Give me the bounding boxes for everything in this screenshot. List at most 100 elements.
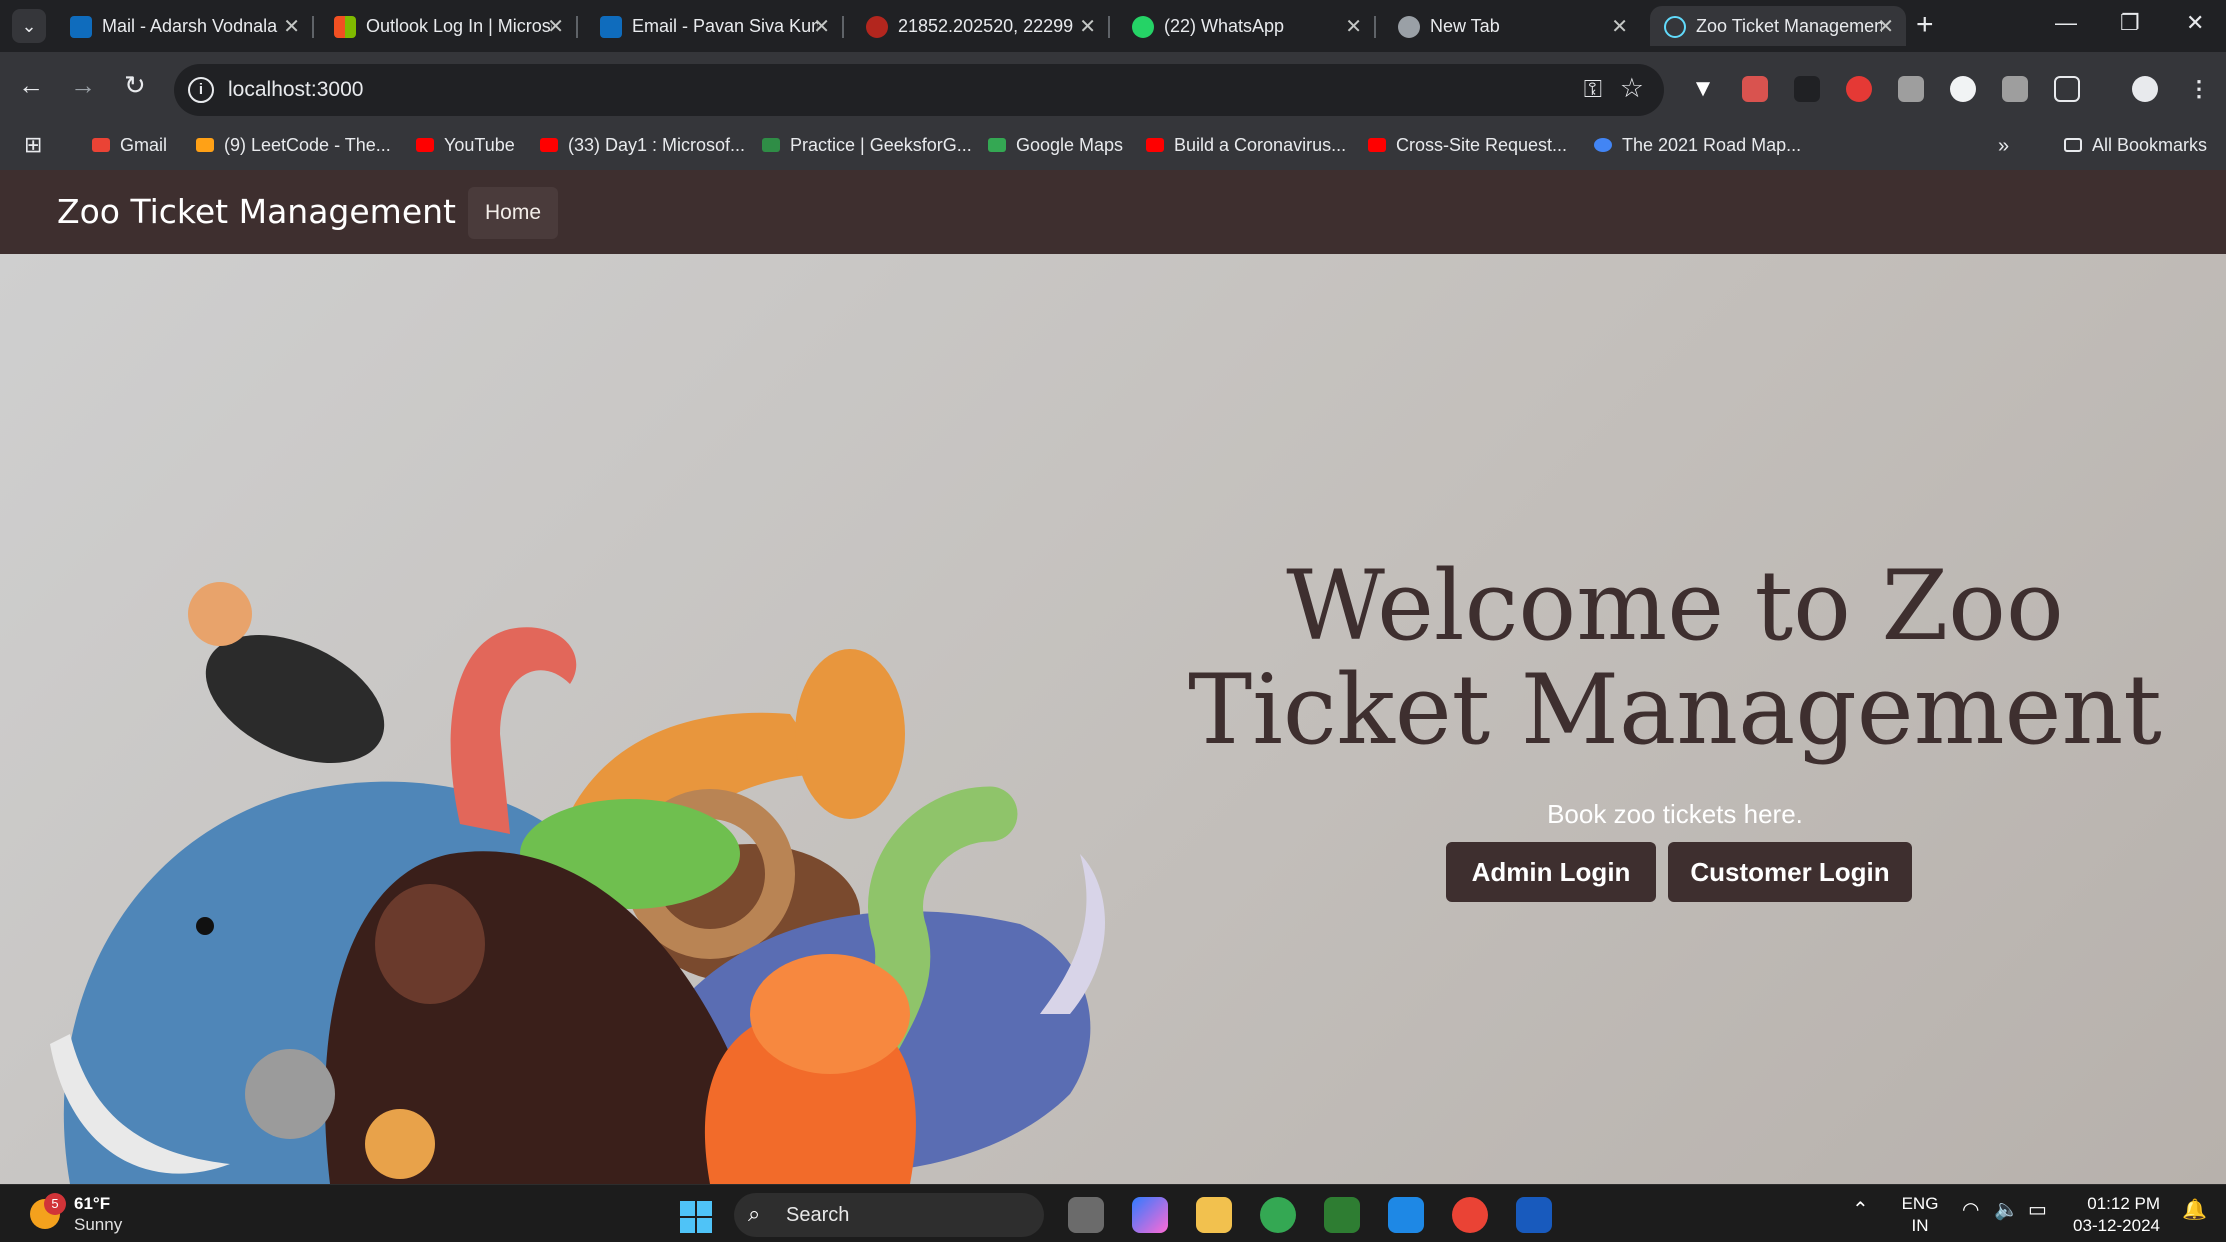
kebab-menu-icon[interactable]: ⋮	[2186, 76, 2212, 102]
tab-title: (22) WhatsApp	[1164, 16, 1285, 36]
bookmark-day1[interactable]: (33) Day1 : Microsof...	[540, 135, 745, 156]
extension-icon[interactable]	[2002, 76, 2028, 102]
close-icon[interactable]: ✕	[813, 14, 830, 39]
hero-section: Welcome to Zoo Ticket Management Book zo…	[0, 254, 2226, 1184]
bookmark-star-icon[interactable]: ☆	[1620, 73, 1644, 104]
window-close-icon[interactable]: ✕	[2186, 10, 2204, 36]
input-language[interactable]: ENG IN	[1900, 1193, 1940, 1237]
app-brand[interactable]: Zoo Ticket Management	[57, 192, 456, 231]
browser-tab[interactable]: Mail - Adarsh Vodnala ✕	[56, 6, 314, 46]
new-tab-plus-icon[interactable]: +	[1916, 8, 1934, 42]
koala-head	[245, 1049, 335, 1139]
bookmark-label: Practice | GeeksforG...	[790, 135, 972, 155]
admin-login-button[interactable]: Admin Login	[1446, 842, 1656, 902]
close-icon[interactable]: ✕	[1079, 14, 1096, 39]
forward-arrow-icon[interactable]: →	[70, 70, 96, 101]
outlook-icon	[600, 16, 622, 38]
weather-temp[interactable]: 61°F	[74, 1194, 110, 1214]
language-code: ENG	[1901, 1194, 1939, 1213]
back-arrow-icon[interactable]: ←	[18, 70, 44, 101]
more-bookmarks-chevron-icon[interactable]: »	[1998, 135, 2009, 158]
site-info-icon[interactable]: i	[188, 77, 214, 103]
browser-tab[interactable]: Email - Pavan Siva Kumar ✕	[586, 6, 844, 46]
geeksforgeeks-icon	[762, 138, 780, 152]
browser-tab[interactable]: Outlook Log In | Microsoft ✕	[320, 6, 578, 46]
roadmap-icon	[1594, 138, 1612, 152]
tab-title: New Tab	[1430, 16, 1500, 36]
copilot-icon[interactable]	[1132, 1197, 1168, 1233]
battery-icon[interactable]: ▭	[2028, 1197, 2047, 1222]
close-icon[interactable]: ✕	[1345, 14, 1362, 39]
tab-title: Email - Pavan Siva Kumar	[632, 16, 818, 36]
chrome-profile-icon[interactable]	[1452, 1197, 1488, 1233]
bookmark-gmail[interactable]: Gmail	[92, 135, 167, 156]
browser-tab-active[interactable]: Zoo Ticket Management ✕	[1650, 6, 1906, 46]
profile-avatar-icon[interactable]	[2132, 76, 2158, 102]
google-maps-icon	[988, 138, 1006, 152]
tab-divider	[1374, 16, 1376, 38]
youtube-icon	[1146, 138, 1164, 152]
browser-tab-strip: ⌄ Mail - Adarsh Vodnala ✕ Outlook Log In…	[0, 0, 2226, 52]
bookmark-label: Cross-Site Request...	[1396, 135, 1568, 155]
wifi-icon[interactable]: ◠	[1962, 1197, 1979, 1222]
nav-home-link[interactable]: Home	[468, 187, 559, 239]
bookmark-cross-site[interactable]: Cross-Site Request...	[1368, 135, 1567, 156]
turtle-head	[365, 1109, 435, 1179]
customer-login-button[interactable]: Customer Login	[1668, 842, 1912, 902]
bookmark-leetcode[interactable]: (9) LeetCode - The...	[196, 135, 391, 156]
gorilla-face	[375, 884, 485, 1004]
notification-bell-icon[interactable]: 🔔	[2182, 1197, 2207, 1222]
close-icon[interactable]: ✕	[283, 14, 300, 39]
snipping-tool-icon[interactable]	[1324, 1197, 1360, 1233]
leetcode-icon	[196, 138, 214, 152]
system-clock[interactable]: 01:12 PM 03-12-2024	[2060, 1193, 2160, 1237]
weather-condition[interactable]: Sunny	[74, 1215, 122, 1235]
elephant-eye	[196, 917, 214, 935]
adblock-extension-icon[interactable]	[1846, 76, 1872, 102]
bookmark-geeksforgeeks[interactable]: Practice | GeeksforG...	[762, 135, 972, 156]
gmail-icon	[92, 138, 110, 152]
task-view-icon[interactable]	[1068, 1197, 1104, 1233]
extension-icon[interactable]	[1794, 76, 1820, 102]
bookmark-youtube[interactable]: YouTube	[416, 135, 515, 156]
extensions-puzzle-icon[interactable]	[2054, 76, 2080, 102]
file-explorer-icon[interactable]	[1196, 1197, 1232, 1233]
app-navbar: Zoo Ticket Management Home	[0, 170, 2226, 254]
taskbar-search-box[interactable]: ⌕ Search	[734, 1193, 1044, 1237]
url-text[interactable]: localhost:3000	[228, 78, 363, 102]
browser-toolbar: ← → ↻ i localhost:3000 ⚿ ☆ ▼ ⋮	[0, 52, 2226, 124]
restore-icon[interactable]: ❐	[2120, 10, 2140, 36]
windows-start-icon[interactable]	[680, 1201, 712, 1233]
bookmark-label: (9) LeetCode - The...	[224, 135, 391, 155]
browser-tab[interactable]: New Tab ✕	[1384, 6, 1640, 46]
word-icon[interactable]	[1516, 1197, 1552, 1233]
address-bar[interactable]: i localhost:3000 ⚿ ☆	[174, 64, 1664, 116]
close-icon[interactable]: ✕	[547, 14, 564, 39]
vimium-extension-icon[interactable]: ▼	[1690, 76, 1716, 102]
browser-tab[interactable]: 21852.202520, 22299 ✕	[852, 6, 1110, 46]
tab-search-chevron-icon[interactable]: ⌄	[12, 9, 46, 43]
extension-icon[interactable]	[1950, 76, 1976, 102]
all-bookmarks[interactable]: All Bookmarks	[2064, 135, 2207, 156]
reload-icon[interactable]: ↻	[124, 70, 146, 101]
bookmark-google-maps[interactable]: Google Maps	[988, 135, 1123, 156]
bookmark-roadmap[interactable]: The 2021 Road Map...	[1594, 135, 1801, 156]
outlook-icon	[70, 16, 92, 38]
password-key-icon[interactable]: ⚿	[1584, 76, 1602, 104]
apps-grid-icon[interactable]: ⊞	[24, 132, 42, 158]
tab-divider	[576, 16, 578, 38]
bookmark-coronavirus[interactable]: Build a Coronavirus...	[1146, 135, 1346, 156]
close-icon[interactable]: ✕	[1877, 14, 1894, 39]
close-icon[interactable]: ✕	[1611, 14, 1628, 39]
chrome-taskbar-icon[interactable]	[1260, 1197, 1296, 1233]
tray-overflow-chevron-icon[interactable]: ⌃	[1852, 1197, 1869, 1222]
flamingo-neck	[450, 627, 577, 834]
minimize-icon[interactable]: —	[2055, 10, 2077, 36]
extension-icon[interactable]	[1742, 76, 1768, 102]
browser-tab[interactable]: (22) WhatsApp ✕	[1118, 6, 1376, 46]
hero-title: Welcome to Zoo Ticket Management	[1188, 550, 2162, 766]
vscode-icon[interactable]	[1388, 1197, 1424, 1233]
volume-icon[interactable]: 🔈	[1994, 1197, 2019, 1222]
hero-subtitle: Book zoo tickets here.	[1547, 799, 1803, 829]
extension-icon[interactable]	[1898, 76, 1924, 102]
